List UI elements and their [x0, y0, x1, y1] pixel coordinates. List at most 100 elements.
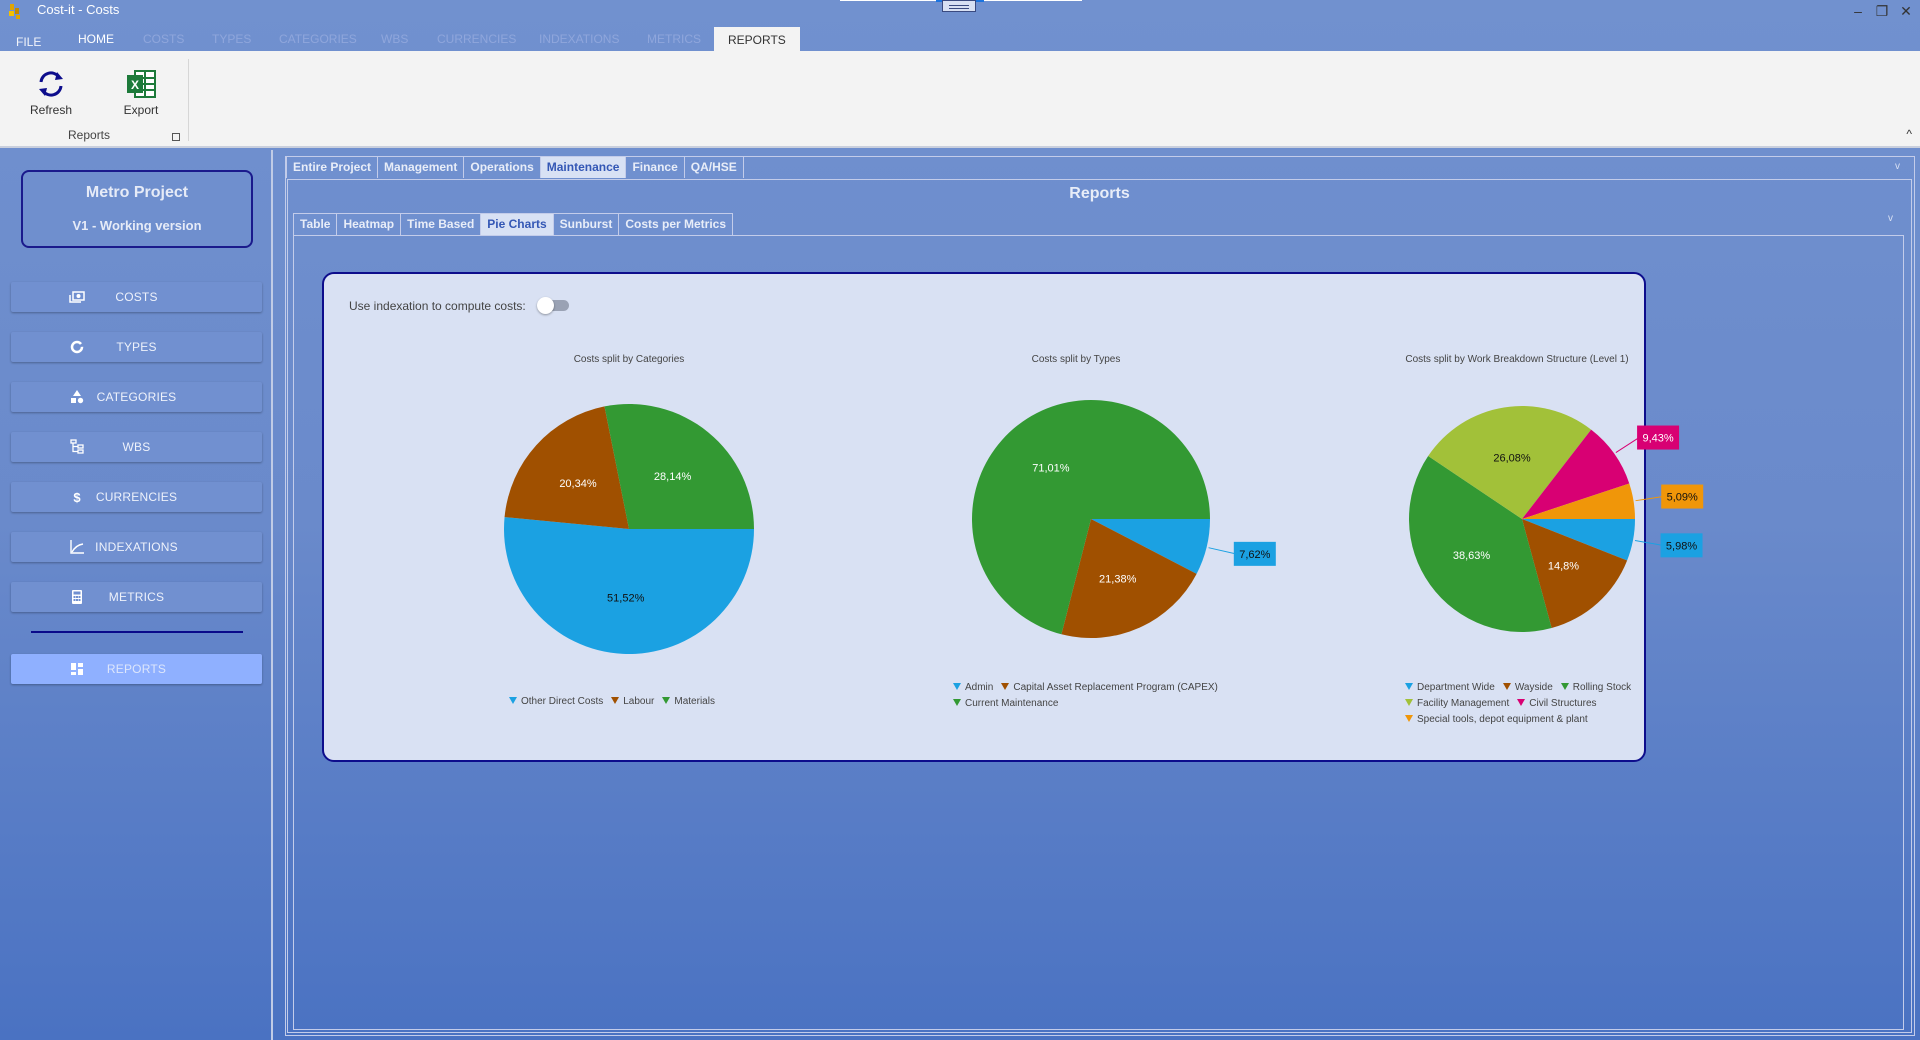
sidebar-item-label: WBS [122, 440, 151, 454]
close-button[interactable]: ✕ [1898, 3, 1914, 19]
ribbon-tab-types[interactable]: TYPES [212, 27, 251, 51]
tab-finance[interactable]: Finance [625, 156, 685, 178]
data-label: 28,14% [654, 471, 692, 483]
legend-marker-icon [1517, 699, 1526, 706]
legend-item-materials[interactable]: Materials [662, 694, 715, 710]
tab-operations[interactable]: Operations [463, 156, 541, 178]
tab-sunburst[interactable]: Sunburst [552, 213, 620, 235]
sidebar-item-categories[interactable]: CATEGORIES [11, 382, 262, 412]
data-label: 7,62% [1239, 549, 1270, 561]
collapse-ribbon-icon[interactable]: ^ [1906, 127, 1912, 141]
sidebar-item-label: METRICS [108, 590, 165, 604]
legend-marker-icon [1502, 683, 1511, 690]
legend-item-special-tools-depot-equipment-plant[interactable]: Special tools, depot equipment & plant [1405, 712, 1588, 728]
app-logo-icon [9, 4, 20, 19]
sidebar-separator [31, 631, 243, 633]
tab-pie-charts[interactable]: Pie Charts [480, 213, 554, 235]
legend-item-other-direct-costs[interactable]: Other Direct Costs [509, 694, 603, 710]
callout-line [1615, 437, 1640, 453]
refresh-icon [39, 71, 63, 97]
legend-item-rolling-stock[interactable]: Rolling Stock [1560, 680, 1631, 696]
tab-costs-per-metrics[interactable]: Costs per Metrics [618, 213, 734, 235]
sidebar-item-label: TYPES [116, 340, 157, 354]
ribbon-tab-reports[interactable]: REPORTS [714, 27, 800, 54]
export-button[interactable]: X Export [106, 69, 176, 117]
minimize-button[interactable]: – [1850, 3, 1866, 19]
ribbon-tab-indexations[interactable]: INDEXATIONS [539, 27, 619, 51]
chevron-down-icon[interactable]: v [1888, 213, 1893, 224]
chart-legend: Department Wide Wayside Rolling Stock Facil… [1405, 680, 1665, 728]
indexation-toggle[interactable] [537, 297, 571, 314]
legend-label: Current Maintenance [965, 698, 1059, 709]
legend-item-admin[interactable]: Admin [953, 680, 993, 696]
legend-item-current-maintenance[interactable]: Current Maintenance [953, 696, 1058, 712]
drag-bar-line [840, 0, 936, 1]
sidebar-item-reports[interactable]: REPORTS [11, 654, 262, 684]
sidebar-item-label: INDEXATIONS [95, 540, 178, 554]
sidebar-item-wbs[interactable]: WBS [11, 432, 262, 462]
sidebar-item-types[interactable]: TYPES [11, 332, 262, 362]
chart-title: Costs split by Categories [573, 354, 685, 365]
data-label: 26,08% [1493, 453, 1531, 465]
ribbon-group-separator [188, 59, 189, 141]
pie-svg: 51,52% 20,34% 28,14% [504, 404, 754, 654]
ribbon-tab-metrics[interactable]: METRICS [647, 27, 701, 51]
sidebar-item-label: REPORTS [106, 662, 167, 676]
ribbon-tab-wbs[interactable]: WBS [381, 27, 408, 51]
pie-chart-types: Costs split by Types 7,62% 21,38% 71,01% A… [856, 354, 1296, 734]
sidebar-item-costs[interactable]: COSTS [11, 282, 262, 312]
sidebar-item-metrics[interactable]: METRICS [11, 582, 262, 612]
pie-svg: 5,98% 14,8% 38,63% 26,08% 9,43% 5,09% [1409, 406, 1704, 632]
tab-time-based[interactable]: Time Based [400, 213, 482, 235]
pie-slice-other-direct-costs[interactable] [504, 517, 754, 654]
legend-marker-icon [953, 683, 961, 690]
sidebar-item-indexations[interactable]: INDEXATIONS [11, 532, 262, 562]
pie-chart-categories: Costs split by Categories 51,52% 20,34% 28… [409, 354, 849, 734]
legend-item-facility-management[interactable]: Facility Management [1405, 696, 1509, 712]
legend-item-wayside[interactable]: Wayside [1502, 680, 1553, 696]
legend-marker-icon [662, 697, 671, 704]
pie-chart-wbs: Costs split by Work Breakdown Structure … [1297, 354, 1737, 734]
sidebar-item-label: CATEGORIES [96, 390, 177, 404]
legend-item-labour[interactable]: Labour [611, 694, 654, 710]
ribbon-tab-home[interactable]: HOME [78, 27, 114, 51]
legend-label: Special tools, depot equipment & plant [1417, 714, 1588, 725]
sidebar-item-currencies[interactable]: $ CURRENCIES [11, 482, 262, 512]
legend-item-capital-asset-replacement-program-capex[interactable]: Capital Asset Replacement Program (CAPEX… [1001, 680, 1218, 696]
legend-marker-icon [1405, 683, 1413, 690]
chevron-down-icon[interactable]: v [1895, 161, 1900, 172]
pie-svg: 7,62% 21,38% 71,01% [972, 400, 1276, 638]
pie-slice-materials[interactable] [604, 404, 754, 529]
drag-handle[interactable] [942, 0, 976, 12]
restore-button[interactable]: ❐ [1874, 3, 1890, 19]
data-label: 71,01% [1032, 462, 1070, 474]
ribbon-tab-categories[interactable]: CATEGORIES [279, 27, 357, 51]
dialog-launcher-icon[interactable] [172, 133, 180, 141]
refresh-button[interactable]: Refresh [16, 69, 86, 117]
ribbon-tab-currencies[interactable]: CURRENCIES [437, 27, 516, 51]
report-tabs: Table Heatmap Time Based Pie Charts Sunb… [293, 213, 734, 235]
tab-qa-hse[interactable]: QA/HSE [683, 156, 744, 178]
ribbon-tab-costs[interactable]: COSTS [143, 27, 184, 51]
excel-icon: X [127, 70, 156, 98]
chart-legend: Other Direct Costs Labour Materials [509, 694, 723, 710]
legend-item-civil-structures[interactable]: Civil Structures [1517, 696, 1597, 712]
legend-item-department-wide[interactable]: Department Wide [1405, 680, 1495, 696]
legend-label: Civil Structures [1529, 698, 1597, 709]
ribbon: Refresh X Export Reports ^ [0, 51, 1920, 148]
legend-label: Capital Asset Replacement Program (CAPEX… [1013, 682, 1218, 693]
legend-label: Labour [623, 696, 655, 707]
tab-maintenance[interactable]: Maintenance [539, 156, 627, 178]
data-label: 5,09% [1667, 492, 1698, 504]
legend-marker-icon [509, 697, 517, 704]
tab-table[interactable]: Table [293, 213, 338, 235]
department-tabs: Entire Project Management Operations Mai… [286, 156, 744, 178]
sidebar: Metro Project V1 - Working version COSTS… [0, 150, 273, 1040]
sidebar-item-label: COSTS [115, 290, 158, 304]
tab-heatmap[interactable]: Heatmap [336, 213, 402, 235]
tab-management[interactable]: Management [377, 156, 465, 178]
chart-title: Costs split by Work Breakdown Structure … [1405, 354, 1629, 365]
tab-entire-project[interactable]: Entire Project [286, 156, 379, 178]
legend-marker-icon [953, 699, 961, 706]
legend-label: Materials [674, 696, 715, 707]
